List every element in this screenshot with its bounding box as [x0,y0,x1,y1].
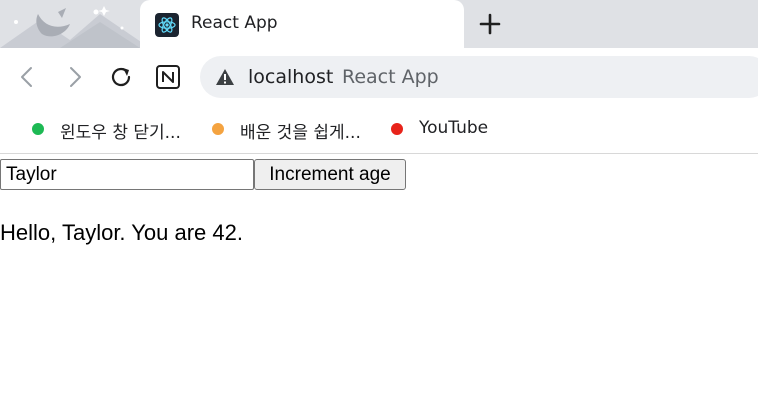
bookmarks-bar: 윈도우 창 닫기... 배운 것을 쉽게... YouTube [0,106,758,154]
browser-toolbar: localhost React App [0,48,758,106]
back-arrow-icon[interactable] [12,62,42,92]
bookmark-dot-icon [212,123,224,135]
bookmark-item[interactable]: 윈도우 창 닫기... [32,118,202,143]
tab-react-app[interactable]: React App [140,0,464,48]
tab-title: React App [191,13,278,33]
greeting-text: Hello, Taylor. You are 42. [0,220,243,245]
bookmark-label: 배운 것을 쉽게... [240,123,361,143]
page-content: Increment age Hello, Taylor. You are 42. [0,154,758,402]
tab-strip: React App [0,0,758,48]
name-input[interactable] [0,159,254,190]
plus-icon[interactable] [476,10,504,38]
bookmark-dot-icon [391,123,403,135]
bookmark-item[interactable]: YouTube [391,118,501,140]
warning-triangle-icon[interactable] [215,67,235,91]
bookmark-label: YouTube [419,118,489,138]
notion-icon[interactable] [153,62,183,92]
bookmark-item[interactable]: 배운 것을 쉽게... [212,118,382,143]
reload-icon[interactable] [106,62,136,92]
address-bar[interactable]: localhost React App [200,56,758,98]
url-page-title: React App [342,66,439,88]
react-logo-icon [155,13,179,37]
forward-arrow-icon[interactable] [60,62,90,92]
browser-theme-artwork [0,6,150,48]
bookmark-dot-icon [32,123,44,135]
increment-age-button[interactable]: Increment age [254,159,406,190]
bookmark-label: 윈도우 창 닫기... [60,123,181,143]
url-host: localhost [248,66,334,88]
